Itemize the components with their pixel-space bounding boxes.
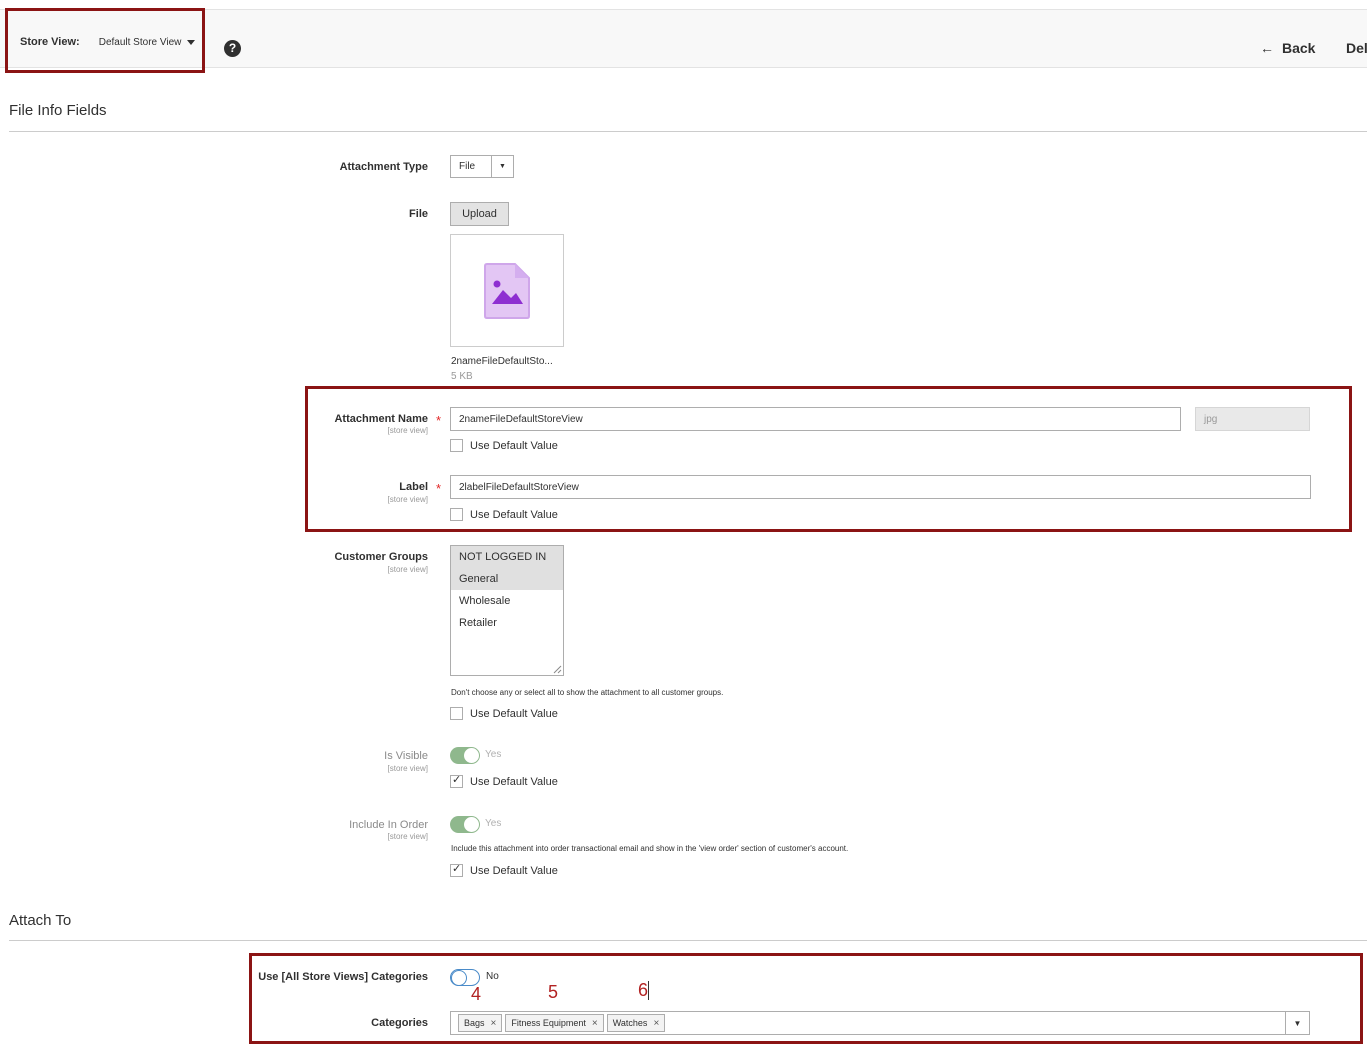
use-default-name-label: Use Default Value <box>470 439 558 452</box>
file-size: 5 KB <box>451 371 473 382</box>
section-title-file-info: File Info Fields <box>9 102 107 119</box>
scope-label: [store view] <box>387 495 428 504</box>
section-divider <box>9 940 1367 941</box>
use-default-visible-label: Use Default Value <box>470 775 558 788</box>
use-default-groups-checkbox[interactable] <box>450 707 463 720</box>
use-default-groups-label: Use Default Value <box>470 707 558 720</box>
use-default-label-row[interactable]: Use Default Value <box>450 508 558 521</box>
categories-label: Categories <box>371 1017 428 1029</box>
customer-groups-note: Don't choose any or select all to show t… <box>451 688 724 697</box>
is-visible-toggle[interactable] <box>450 747 480 764</box>
include-in-order-label: Include In Order <box>349 819 428 831</box>
attachment-type-select[interactable]: File ▼ <box>450 155 514 178</box>
annotation-number: 6 <box>638 980 649 1000</box>
category-tag-label: Bags <box>464 1018 485 1028</box>
use-default-order-checkbox[interactable] <box>450 862 463 877</box>
use-default-label-checkbox[interactable] <box>450 508 463 521</box>
image-file-icon <box>484 262 530 319</box>
label-field-label: Label <box>399 481 428 493</box>
use-default-name-checkbox[interactable] <box>450 439 463 452</box>
include-in-order-note: Include this attachment into order trans… <box>451 844 849 853</box>
include-in-order-toggle[interactable] <box>450 816 480 833</box>
attachment-type-label: Attachment Type <box>339 161 428 173</box>
customer-group-option[interactable]: General <box>451 568 563 590</box>
include-in-order-state: Yes <box>485 818 502 829</box>
file-name: 2nameFileDefaultSto... <box>451 356 553 367</box>
highlight-store-view <box>5 8 205 73</box>
arrow-left-icon: ← <box>1260 40 1274 56</box>
file-label: File <box>409 208 428 220</box>
delete-button[interactable]: Del <box>1346 40 1367 56</box>
chevron-down-icon: ▼ <box>491 156 513 177</box>
text-cursor <box>648 981 649 1000</box>
scope-label: [store view] <box>387 764 428 773</box>
use-default-label-label: Use Default Value <box>470 508 558 521</box>
customer-groups-multiselect[interactable]: NOT LOGGED IN General Wholesale Retailer <box>450 545 564 676</box>
use-all-store-categories-label: Use [All Store Views] Categories <box>258 971 428 983</box>
required-icon: * <box>436 413 442 428</box>
categories-tags-input[interactable]: Bags × Fitness Equipment × Watches × ▼ <box>450 1011 1310 1035</box>
use-default-order-label: Use Default Value <box>470 864 558 877</box>
upload-button[interactable]: Upload <box>450 202 509 226</box>
use-default-visible-checkbox[interactable] <box>450 773 463 788</box>
customer-groups-label: Customer Groups <box>334 551 428 563</box>
section-divider <box>9 131 1367 132</box>
is-visible-state: Yes <box>485 749 502 760</box>
back-button-label: Back <box>1282 40 1316 56</box>
help-icon[interactable]: ? <box>224 40 241 57</box>
required-icon: * <box>436 481 442 496</box>
label-input[interactable]: 2labelFileDefaultStoreView <box>450 475 1311 499</box>
scope-label: [store view] <box>387 832 428 841</box>
scope-label: [store view] <box>387 426 428 435</box>
annotation-number: 5 <box>548 982 559 1002</box>
use-default-groups-row[interactable]: Use Default Value <box>450 707 558 720</box>
customer-group-option[interactable]: NOT LOGGED IN <box>451 546 563 568</box>
category-tag: Fitness Equipment × <box>505 1014 604 1032</box>
is-visible-label: Is Visible <box>384 750 428 762</box>
use-all-store-categories-state: No <box>486 971 499 982</box>
use-default-visible-row[interactable]: Use Default Value <box>450 773 558 788</box>
back-button[interactable]: ← Back <box>1260 40 1315 56</box>
use-default-order-row[interactable]: Use Default Value <box>450 862 558 877</box>
page-actions-bar: Store View: Default Store View ? ← Back D… <box>0 9 1367 68</box>
category-tag-label: Fitness Equipment <box>511 1018 586 1028</box>
category-tag: Bags × <box>458 1014 503 1032</box>
attachment-type-value: File <box>459 161 476 172</box>
annotation-number: 4 <box>471 984 482 1004</box>
attachment-name-label: Attachment Name <box>334 413 428 425</box>
section-title-attach-to: Attach To <box>9 912 72 929</box>
close-icon[interactable]: × <box>592 1018 598 1029</box>
attachment-name-input[interactable]: 2nameFileDefaultStoreView <box>450 407 1181 431</box>
chevron-down-icon[interactable]: ▼ <box>1285 1012 1309 1034</box>
close-icon[interactable]: × <box>653 1018 659 1029</box>
file-extension-input: jpg <box>1195 407 1310 431</box>
use-default-name-row[interactable]: Use Default Value <box>450 439 558 452</box>
category-tag: Watches × <box>606 1014 666 1032</box>
resize-handle-icon[interactable] <box>553 665 562 674</box>
customer-group-option[interactable]: Retailer <box>451 612 563 634</box>
customer-group-option[interactable]: Wholesale <box>451 590 563 612</box>
close-icon[interactable]: × <box>491 1018 497 1029</box>
file-preview[interactable] <box>450 234 564 347</box>
category-tag-label: Watches <box>612 1018 648 1028</box>
scope-label: [store view] <box>387 565 428 574</box>
